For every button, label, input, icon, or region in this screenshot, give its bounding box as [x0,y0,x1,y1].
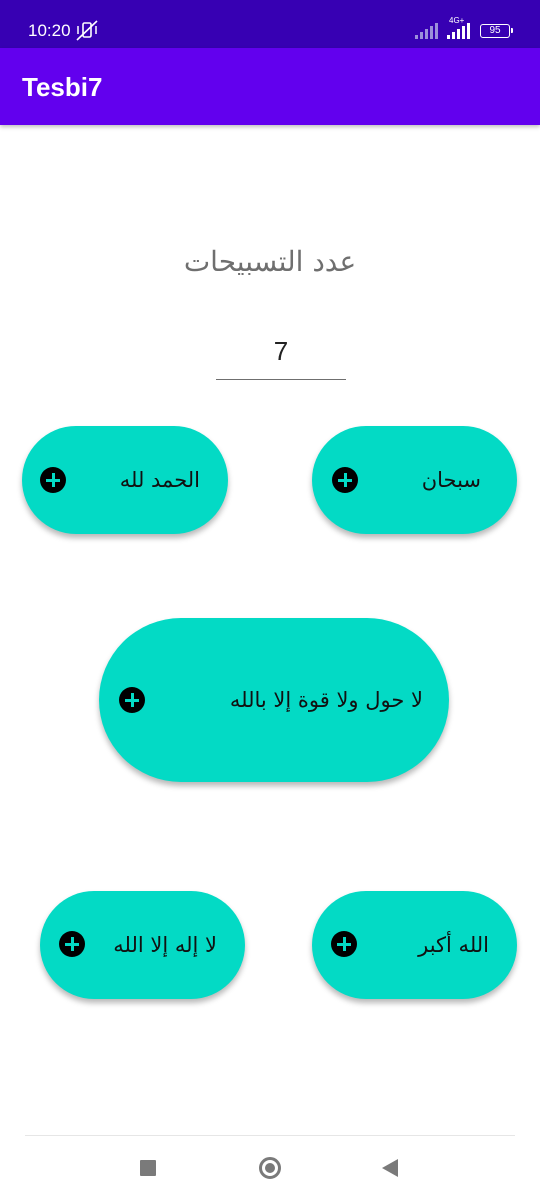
app-screen: 10:20 4G+ 95 Tesbi7 عدد التسبيحات 7 سبحا… [0,0,540,1200]
battery-level: 95 [489,25,501,36]
mute-vibrate-icon [76,20,98,41]
la-ilaha-button[interactable]: لا إله إلا الله [40,891,245,999]
recents-square-icon [140,1160,156,1176]
la-hawla-button[interactable]: لا حول ولا قوة إلا بالله [99,618,449,782]
back-triangle-icon [382,1159,398,1177]
recents-button[interactable] [128,1148,168,1188]
alhamdulillah-label: الحمد لله [119,468,200,492]
subhan-button[interactable]: سبحان [312,426,517,534]
subhan-label: سبحان [421,468,481,492]
app-bar: Tesbi7 [0,48,540,125]
nav-divider [25,1135,515,1136]
add-circle-icon [40,467,66,493]
add-circle-icon [332,467,358,493]
home-circle-icon [259,1157,281,1179]
back-button[interactable] [370,1148,410,1188]
add-circle-icon [119,687,145,713]
add-circle-icon [331,931,357,957]
allahu-akbar-button[interactable]: الله أكبر [312,891,517,999]
la-ilaha-label: لا إله إلا الله [113,933,217,957]
status-icons: 4G+ 95 [414,16,513,42]
battery-icon: 95 [480,24,513,38]
home-button[interactable] [250,1148,290,1188]
status-time: 10:20 [28,21,71,40]
alhamdulillah-button[interactable]: الحمد لله [22,426,228,534]
add-circle-icon [59,931,85,957]
network-type-label: 4G+ [449,16,465,25]
counter-label: عدد التسبيحات [183,245,357,278]
signal-icon [415,23,438,39]
app-title: Tesbi7 [22,72,103,102]
status-bar: 10:20 4G+ 95 [0,0,540,48]
allahu-akbar-label: الله أكبر [418,933,489,957]
counter-value-field[interactable]: 7 [216,334,346,380]
la-hawla-label: لا حول ولا قوة إلا بالله [229,688,423,712]
